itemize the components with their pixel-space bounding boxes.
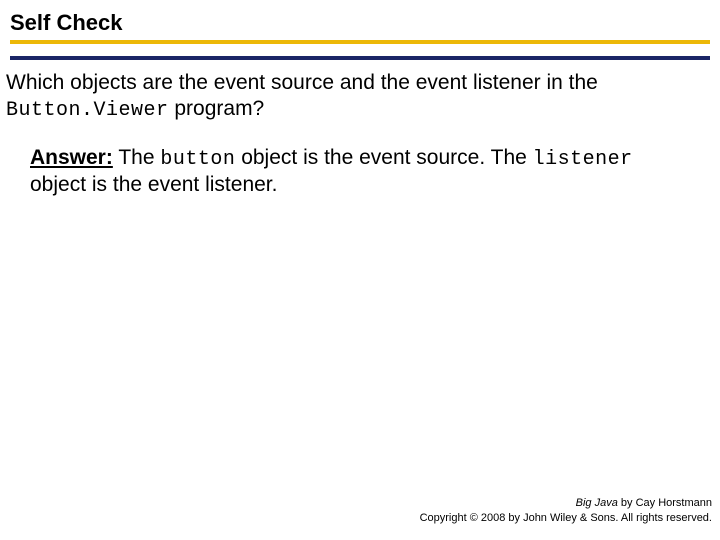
question-part2: program? xyxy=(169,97,265,120)
answer-code1: button xyxy=(160,148,235,171)
question-text: Which objects are the event source and t… xyxy=(6,70,710,123)
footer-author: by Cay Horstmann xyxy=(618,497,712,509)
question-code: Button.Viewer xyxy=(6,99,169,122)
slide-title: Self Check xyxy=(10,10,710,36)
question-part1: Which objects are the event source and t… xyxy=(6,71,598,94)
footer-book: Big Java xyxy=(576,497,618,509)
footer-line1: Big Java by Cay Horstmann xyxy=(420,496,712,511)
answer-label: Answer: xyxy=(30,146,113,169)
divider-gold xyxy=(10,40,710,44)
slide: Self Check Which objects are the event s… xyxy=(0,0,720,540)
footer: Big Java by Cay Horstmann Copyright © 20… xyxy=(420,496,712,526)
answer-part3: object is the event listener. xyxy=(30,173,277,196)
title-block: Self Check xyxy=(0,0,720,60)
body: Which objects are the event source and t… xyxy=(0,60,720,199)
answer-code2: listener xyxy=(533,148,633,171)
footer-copyright: Copyright © 2008 by John Wiley & Sons. A… xyxy=(420,511,712,526)
answer-part1: The xyxy=(113,146,160,169)
answer-part2: object is the event source. The xyxy=(235,146,532,169)
answer-text: Answer: The button object is the event s… xyxy=(6,145,710,198)
